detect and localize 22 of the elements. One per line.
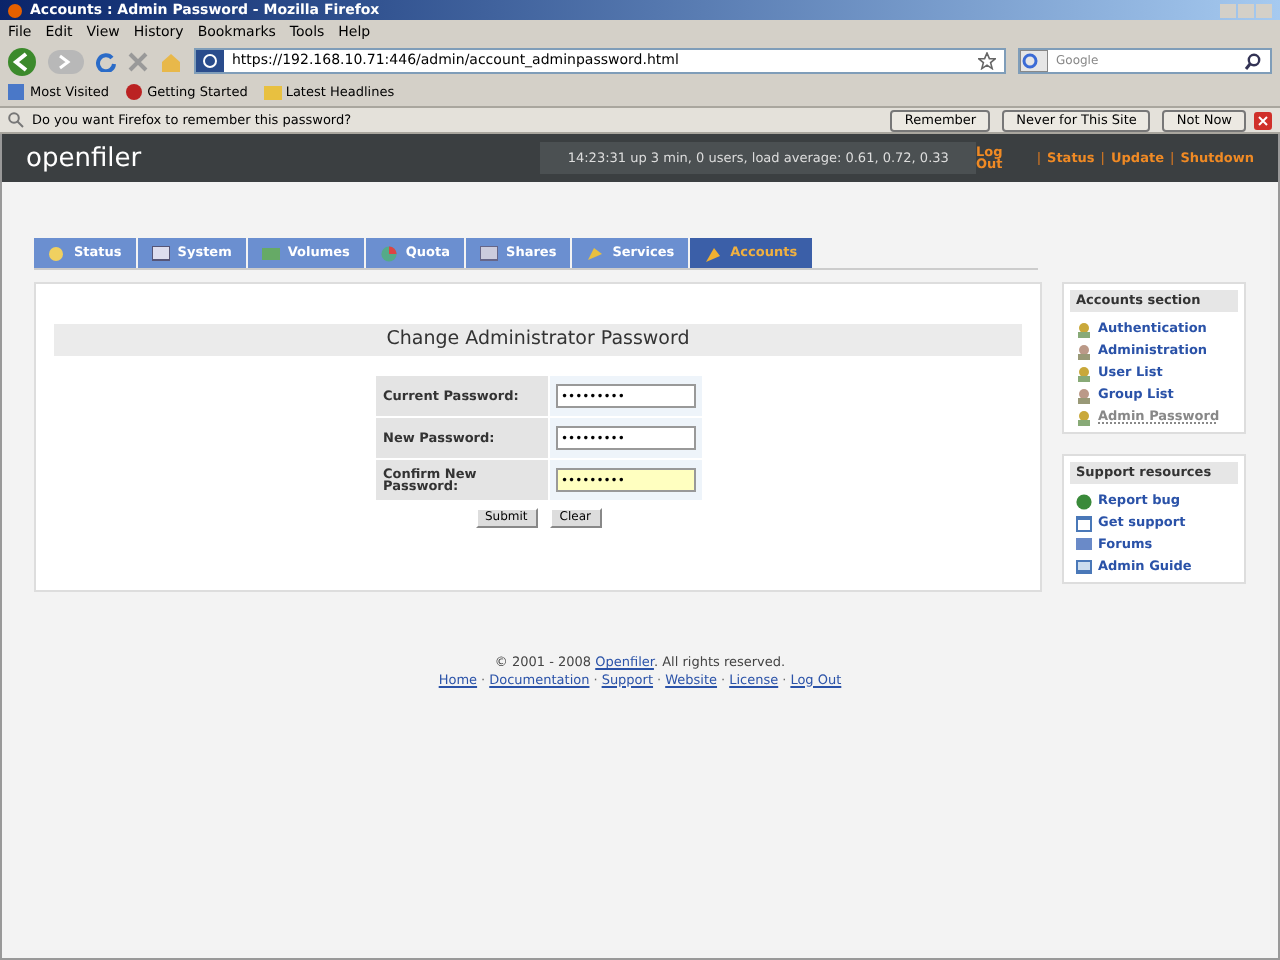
window-icon (1076, 515, 1092, 531)
book-icon (1076, 559, 1092, 575)
back-icon[interactable] (8, 47, 36, 75)
form-title: Change Administrator Password (386, 330, 690, 350)
person-icon (1076, 387, 1092, 403)
site-identity-icon[interactable] (196, 50, 224, 72)
drive-icon (480, 245, 499, 261)
logo-text: openfiler (26, 145, 144, 171)
person-icon (1076, 409, 1092, 425)
person-icon (1076, 321, 1092, 337)
person-icon (1076, 343, 1092, 359)
reload-icon[interactable] (96, 51, 116, 71)
person-icon (1076, 365, 1092, 381)
close-icon[interactable] (1254, 111, 1272, 129)
star-icon[interactable] (978, 52, 996, 70)
pie-icon (379, 245, 398, 261)
stop-icon[interactable] (128, 51, 148, 71)
firefox-icon (8, 3, 22, 17)
forward-icon[interactable] (48, 49, 84, 73)
monitor-icon (151, 245, 170, 261)
search-engine-icon[interactable] (1020, 50, 1048, 72)
search-icon[interactable] (1244, 52, 1262, 70)
